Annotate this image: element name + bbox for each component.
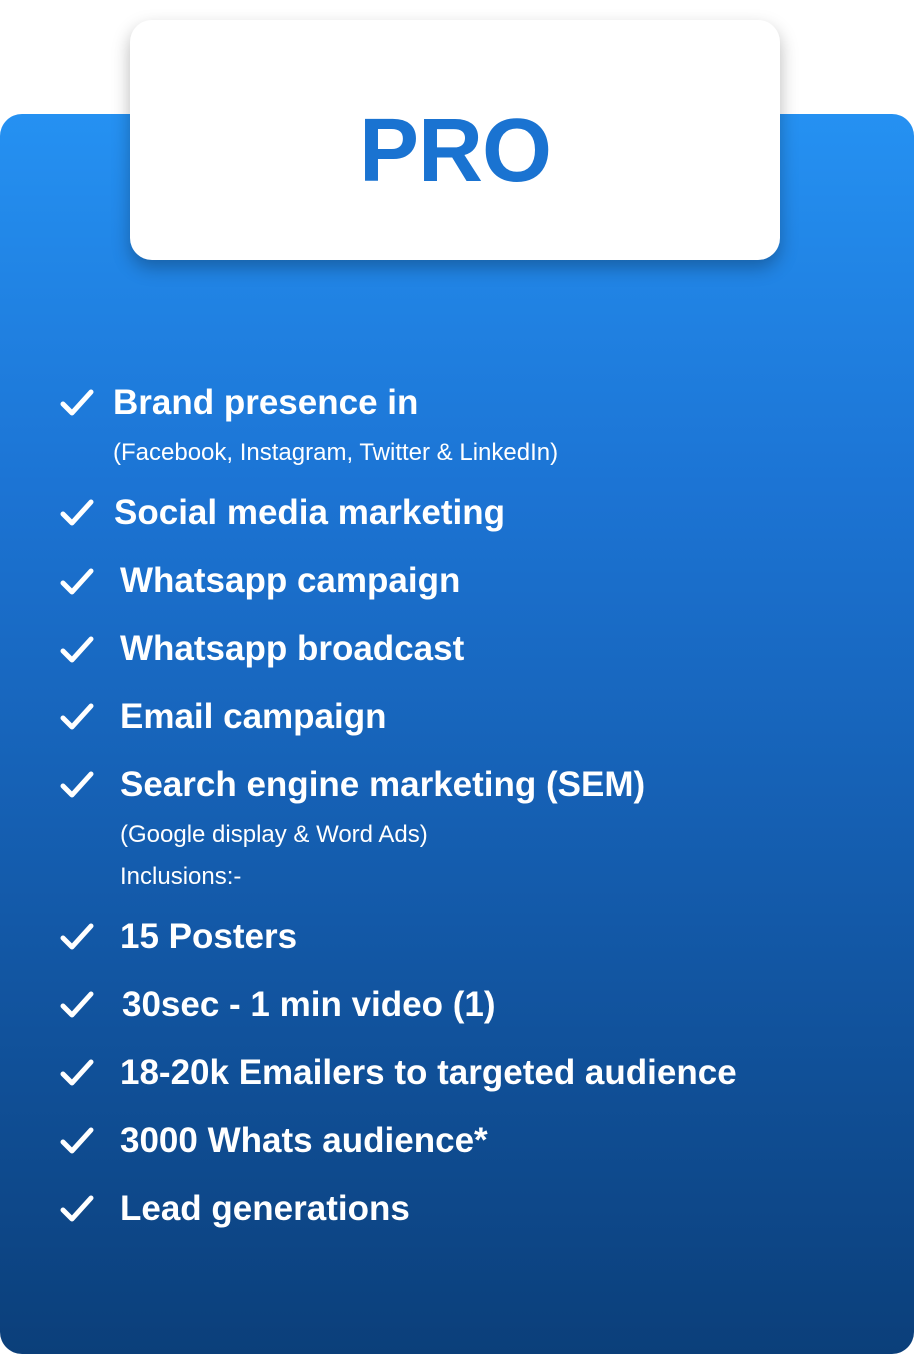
checkmark-icon <box>60 1126 94 1156</box>
feature-sublabel: (Facebook, Instagram, Twitter & LinkedIn… <box>113 439 559 466</box>
pricing-plan-page: PRO Brand presence in (Facebook, Instagr… <box>0 0 914 1354</box>
feature-sublabel: (Google display & Word Ads) <box>120 821 428 848</box>
checkmark-icon <box>60 990 94 1020</box>
feature-label: 18-20k Emailers to targeted audience <box>120 1053 737 1092</box>
feature-label: Lead generations <box>120 1189 410 1228</box>
checkmark-icon <box>60 567 94 597</box>
checkmark-icon <box>60 388 94 418</box>
feature-label: Social media marketing <box>114 493 505 532</box>
feature-label: Whatsapp broadcast <box>120 629 465 668</box>
checkmark-icon <box>60 1194 94 1224</box>
feature-label: 3000 Whats audience* <box>120 1121 488 1160</box>
feature-label: 30sec - 1 min video (1) <box>122 985 496 1024</box>
checkmark-icon <box>60 770 94 800</box>
checkmark-icon <box>60 498 94 528</box>
feature-label: Email campaign <box>120 697 387 736</box>
feature-label: Brand presence in <box>113 383 419 422</box>
plan-header: PRO <box>130 20 780 260</box>
checkmark-icon <box>60 1058 94 1088</box>
feature-label: 15 Posters <box>120 917 298 956</box>
checkmark-icon <box>60 702 94 732</box>
feature-label: Whatsapp campaign <box>120 561 461 600</box>
feature-label: Search engine marketing (SEM) <box>120 765 646 804</box>
checkmark-icon <box>60 635 94 665</box>
plan-title: PRO <box>358 101 552 201</box>
checkmark-icon <box>60 922 94 952</box>
inclusions-label: Inclusions:- <box>120 863 242 890</box>
